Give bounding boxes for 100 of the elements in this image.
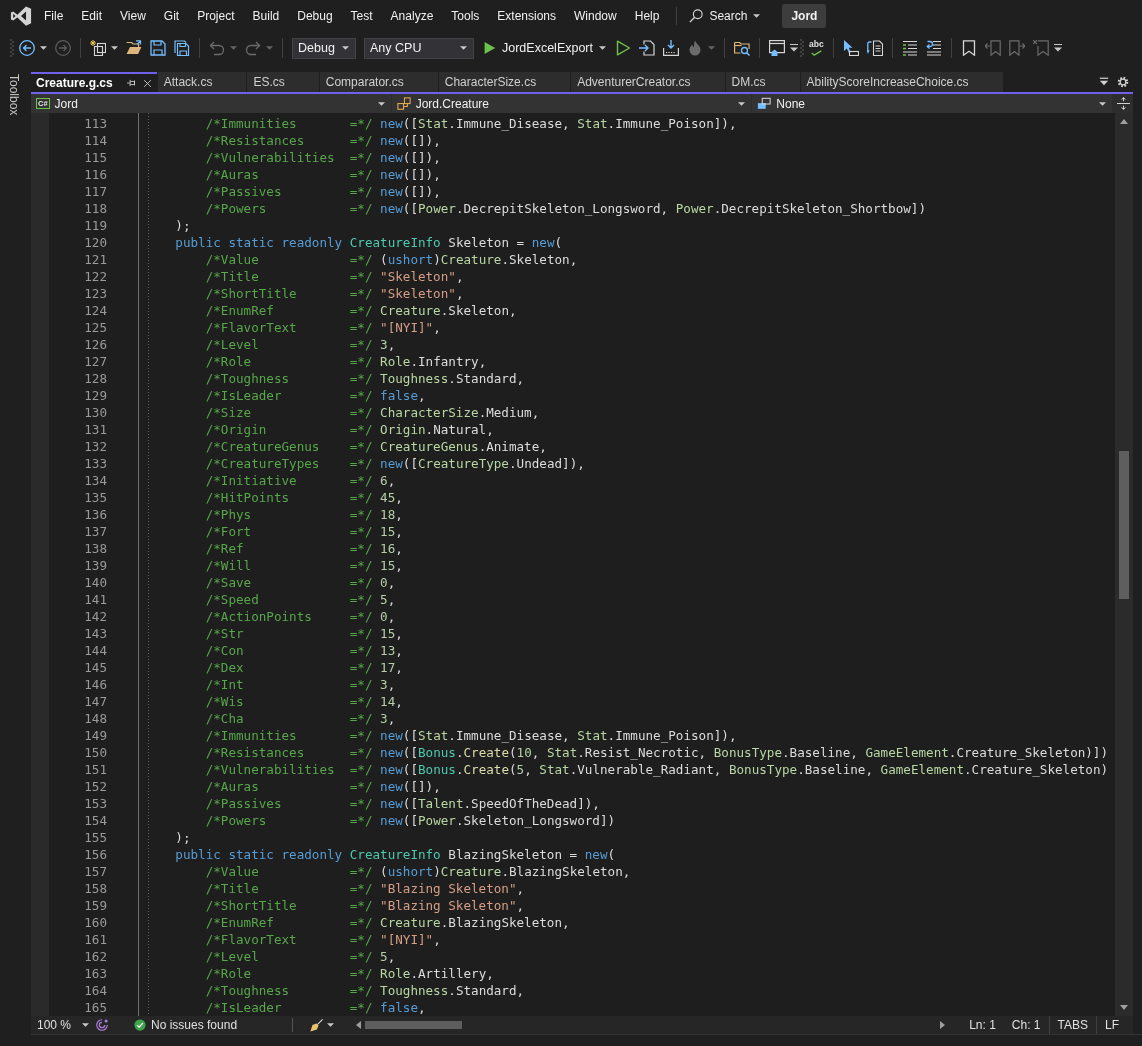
line-number: 121 <box>84 251 107 268</box>
spellcheck-button[interactable]: abc <box>806 40 827 56</box>
scroll-right-icon[interactable] <box>940 1021 946 1029</box>
caret-icon <box>342 46 349 50</box>
code-line: /*Value =*/ (ushort)Creature.Skeleton, <box>205 252 578 267</box>
file-tab[interactable]: CharacterSize.cs <box>438 72 571 92</box>
menu-item[interactable]: Git <box>154 4 189 28</box>
menu-item[interactable]: Build <box>243 4 289 28</box>
code-line: /*FlavorText =*/ "[NYI]", <box>205 932 441 947</box>
line-number: 145 <box>84 659 107 676</box>
save-all-icon <box>174 40 190 56</box>
navigation-dropdown[interactable]: None <box>752 94 1112 113</box>
file-tab[interactable]: AdventurerCreator.cs <box>571 72 725 92</box>
code-line: /*Str =*/ 15, <box>205 626 403 641</box>
line-number: 165 <box>84 999 107 1016</box>
close-icon[interactable] <box>142 78 152 88</box>
scrollbar-thumb[interactable] <box>365 1021 463 1029</box>
line-number: 156 <box>84 846 107 863</box>
menu-item[interactable]: Help <box>625 4 669 28</box>
file-tab[interactable]: ES.cs <box>247 72 319 92</box>
issues-button[interactable]: No issues found <box>134 1018 238 1032</box>
window-house-icon <box>769 40 785 56</box>
run-button[interactable]: JordExcelExport <box>479 37 610 59</box>
menu-item[interactable]: Extensions <box>488 4 566 28</box>
line-number: 160 <box>84 914 107 931</box>
line-indicator[interactable]: Ln: 1 <box>961 1016 1004 1034</box>
menu-item[interactable]: Edit <box>72 4 112 28</box>
publish-button[interactable] <box>660 37 682 59</box>
menu-item[interactable]: File <box>35 4 73 28</box>
scroll-down-icon[interactable] <box>1120 1005 1128 1010</box>
code-line: /*CreatureTypes =*/ new([CreatureType.Undead]), <box>205 456 585 471</box>
line-number: 137 <box>84 523 107 540</box>
bookmark-right-icon <box>1008 40 1025 56</box>
code-line: /*Ref =*/ 16, <box>205 541 403 556</box>
scrollbar-thumb[interactable] <box>1119 451 1129 600</box>
overflow-icon[interactable] <box>790 44 798 52</box>
line-number: 136 <box>84 506 107 523</box>
bookmark-icon <box>960 40 977 56</box>
line-number: 162 <box>84 948 107 965</box>
code-line: /*Initiative =*/ 6, <box>205 473 396 488</box>
file-tab[interactable]: Creature.g.cs <box>31 72 157 92</box>
save-icon <box>150 40 166 56</box>
code-line: /*Resistances =*/ new([]), <box>205 133 441 148</box>
settings-icon[interactable] <box>1117 76 1129 88</box>
code-line: /*Fort =*/ 15, <box>205 524 403 539</box>
toolbar-grip-icon[interactable] <box>800 39 804 57</box>
overflow-icon[interactable] <box>1053 44 1062 52</box>
menu-item[interactable]: Debug <box>288 4 342 28</box>
swirl-icon[interactable] <box>96 1019 108 1031</box>
menu-item[interactable]: Tools <box>442 4 489 28</box>
code-line: /*Title =*/ "Blazing Skeleton", <box>205 881 525 896</box>
window-button[interactable] <box>766 37 788 59</box>
code-line: /*Level =*/ 5, <box>205 949 396 964</box>
code-line: /*Origin =*/ Origin.Natural, <box>205 422 494 437</box>
line-number: 127 <box>84 353 107 370</box>
line-number: 126 <box>84 336 107 353</box>
flame-icon <box>687 40 703 56</box>
new-item-button[interactable] <box>87 37 121 59</box>
save-button[interactable] <box>147 37 169 59</box>
line-ending-indicator[interactable]: LF <box>1097 1016 1127 1034</box>
file-tab[interactable]: AbilityScoreIncreaseChoice.cs <box>800 72 1003 92</box>
up-down-arrows-icon[interactable] <box>1116 97 1130 110</box>
line-number: 164 <box>84 982 107 999</box>
menu-item[interactable]: Window <box>565 4 626 28</box>
line-number: 154 <box>84 812 107 829</box>
toolbar-dropdown[interactable]: Debug <box>292 37 356 59</box>
code-cleanup-button[interactable] <box>310 1018 335 1032</box>
menu-item[interactable]: Analyze <box>381 4 443 28</box>
code-line: /*Title =*/ "Skeleton", <box>205 269 464 284</box>
code-line: /*Resistances =*/ new([Bonus.Create(10, Stat.Resist_Necrotic, BonusType.Baseline, GameElement.Creature_Skeleton)]) <box>205 745 1109 760</box>
code-line: /*Toughness =*/ Toughness.Standard, <box>205 371 525 386</box>
menu-item[interactable]: View <box>111 4 155 28</box>
navigation-dropdown[interactable]: Jord.Creature <box>391 94 752 113</box>
menu-item[interactable]: Project <box>188 4 244 28</box>
code-line: /*Con =*/ 13, <box>205 643 403 658</box>
file-tab[interactable]: Comparator.cs <box>319 72 438 92</box>
line-number: 135 <box>84 489 107 506</box>
code-line: /*ShortTitle =*/ "Skeleton", <box>205 286 464 301</box>
pin-icon[interactable] <box>126 78 137 88</box>
scroll-up-icon[interactable] <box>1120 119 1128 124</box>
toolbox-tab[interactable]: Toolbox <box>7 72 21 118</box>
line-number: 158 <box>84 880 107 897</box>
search-icon <box>689 9 704 23</box>
back-button[interactable] <box>16 37 50 59</box>
file-tab[interactable]: DM.cs <box>725 72 800 92</box>
code-line: /*Immunities =*/ new([Stat.Immune_Disease, Stat.Immune_Poison]), <box>205 116 737 131</box>
bar-caret-icon[interactable] <box>1099 77 1109 87</box>
menu-item[interactable]: Test <box>341 4 382 28</box>
scroll-left-icon[interactable] <box>356 1021 362 1029</box>
stacked-rectangles-icon <box>757 96 772 111</box>
vertical-scrollbar[interactable] <box>1115 113 1133 1016</box>
file-tab[interactable]: Attack.cs <box>157 72 247 92</box>
toolbar-dropdown[interactable]: Any CPU <box>364 37 474 59</box>
caret-icon <box>599 46 606 50</box>
zoom-dropdown[interactable]: 100 % <box>34 1017 92 1033</box>
toolbar-grip-icon[interactable] <box>10 39 14 57</box>
indentation-indicator[interactable]: TABS <box>1048 1016 1097 1034</box>
search-button[interactable]: Search <box>685 6 765 26</box>
attach-button[interactable] <box>636 37 658 59</box>
column-indicator[interactable]: Ch: 1 <box>1003 1016 1049 1034</box>
